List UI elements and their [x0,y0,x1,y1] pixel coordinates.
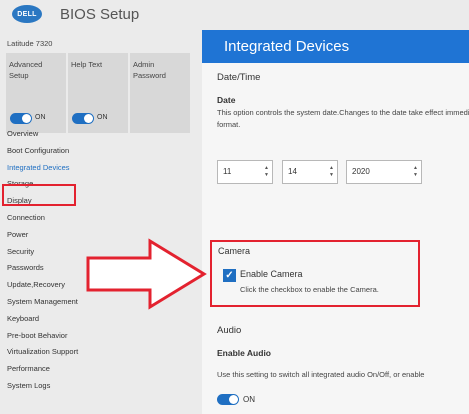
date-day-spinner[interactable]: 14 ▲ ▼ [282,160,338,184]
admin-password-tile[interactable]: Admin Password [130,53,190,133]
sidebar: Latitude 7320 Advanced Setup ON Help Tex… [0,30,202,414]
sidebar-item-virtualization-support[interactable]: Virtualization Support [7,344,197,361]
page-banner: Integrated Devices [202,30,469,63]
sidebar-item-performance[interactable]: Performance [7,361,197,378]
main-panel: Integrated Devices Date/Time Date This o… [202,30,469,414]
spinner-arrows-icon[interactable]: ▲ ▼ [413,165,418,179]
nav-highlight-box [2,184,76,206]
date-year-value: 2020 [352,167,370,176]
enable-audio-label: Enable Audio [217,348,271,358]
help-text-label: Help Text [71,60,103,69]
sidebar-item-integrated-devices[interactable]: Integrated Devices [7,160,197,177]
admin-password-label: Admin Password [133,60,166,80]
date-year-spinner[interactable]: 2020 ▲ ▼ [346,160,422,184]
sidebar-item-system-logs[interactable]: System Logs [7,378,197,395]
callout-arrow-icon [86,238,207,310]
enable-audio-description: Use this setting to switch all integrate… [217,370,425,379]
camera-section-header: Camera [218,246,251,256]
date-month-value: 11 [223,167,232,176]
date-month-spinner[interactable]: 11 ▲ ▼ [217,160,273,184]
advanced-setup-toggle[interactable] [10,113,32,124]
help-text-tile[interactable]: Help Text ON [68,53,128,133]
sidebar-item-boot-configuration[interactable]: Boot Configuration [7,143,197,160]
title-bar: DELL BIOS Setup [0,0,469,30]
sidebar-item-overview[interactable]: Overview [7,126,197,143]
spinner-arrows-icon[interactable]: ▲ ▼ [264,165,269,179]
date-day-value: 14 [288,167,297,176]
enable-camera-checkbox[interactable]: ✓ [223,269,236,282]
help-text-toggle[interactable] [72,113,94,124]
advanced-setup-tile[interactable]: Advanced Setup ON [6,53,66,133]
advanced-setup-label: Advanced Setup [9,60,43,80]
model-name: Latitude 7320 [7,39,53,48]
sidebar-item-pre-boot-behavior[interactable]: Pre-boot Behavior [7,328,197,345]
audio-section-header: Audio [217,325,242,336]
date-label: Date [217,95,236,105]
sidebar-item-keyboard[interactable]: Keyboard [7,311,197,328]
sidebar-item-connection[interactable]: Connection [7,210,197,227]
date-description: This option controls the system date.Cha… [217,108,469,129]
datetime-section-header: Date/Time [217,72,261,83]
enable-camera-label[interactable]: Enable Camera [240,269,303,279]
enable-camera-description: Click the checkbox to enable the Camera. [240,285,379,294]
spinner-arrows-icon[interactable]: ▲ ▼ [329,165,334,179]
enable-audio-toggle[interactable] [217,394,239,405]
advanced-setup-toggle-text: ON [35,114,46,121]
enable-audio-toggle-text: ON [243,395,255,404]
page-title: Integrated Devices [224,38,350,55]
help-text-toggle-text: ON [97,114,108,121]
dell-logo: DELL [12,5,42,23]
camera-section: Camera ✓ Enable Camera Click the checkbo… [210,240,420,307]
app-title: BIOS Setup [60,6,140,23]
